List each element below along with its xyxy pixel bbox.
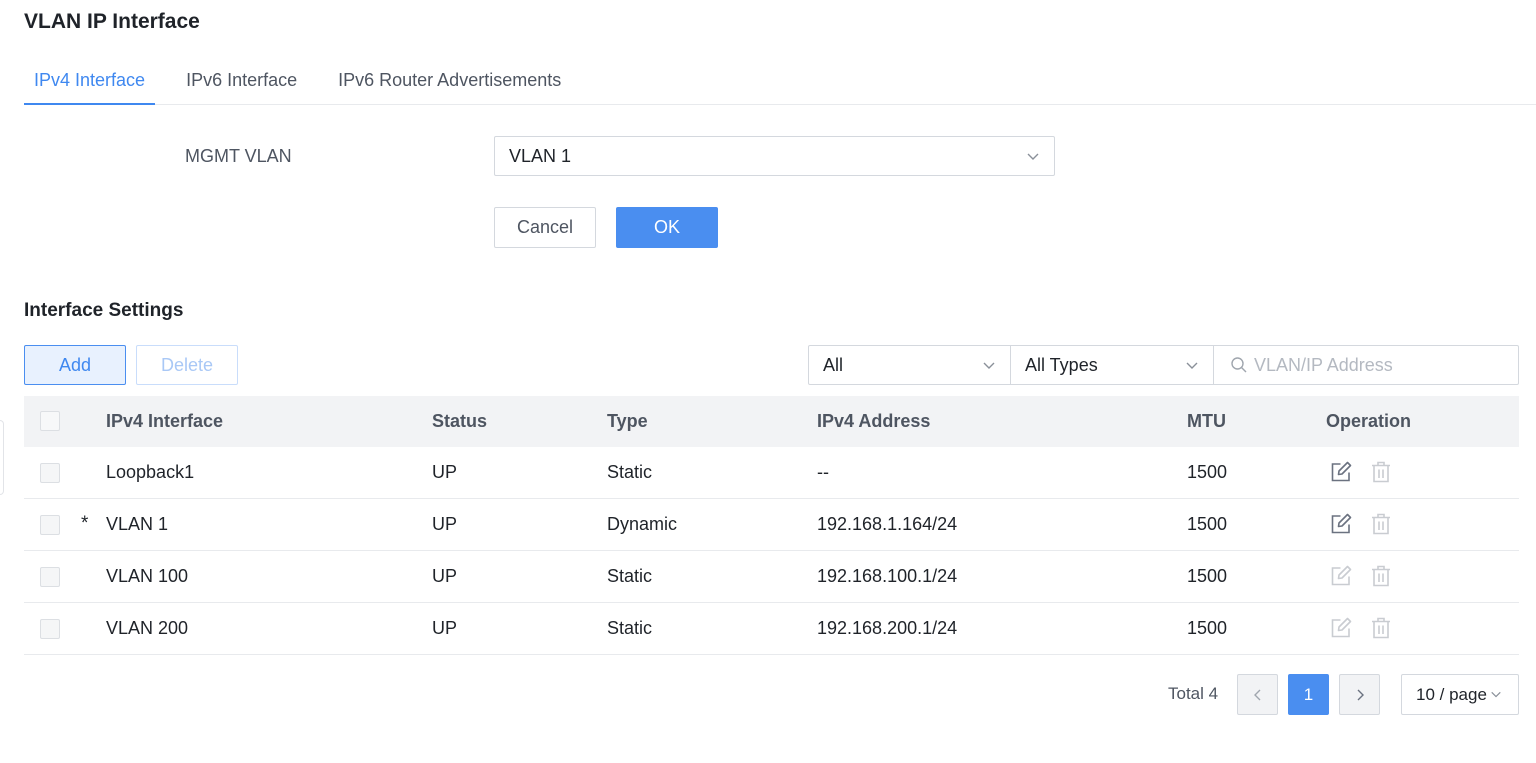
interface-ip: -- xyxy=(817,462,829,482)
row-checkbox[interactable] xyxy=(40,463,60,483)
type-filter-select[interactable]: All Types xyxy=(1010,345,1214,385)
interface-name: VLAN 100 xyxy=(106,566,189,586)
type-filter-value: All Types xyxy=(1025,354,1098,375)
column-header-mtu[interactable]: MTU xyxy=(1187,411,1226,432)
interface-name: VLAN 200 xyxy=(106,618,189,638)
mgmt-vlan-value: VLAN 1 xyxy=(509,145,572,166)
next-page-button[interactable] xyxy=(1339,674,1380,715)
table-row: Loopback1 UP Static -- 1500 xyxy=(24,447,1519,499)
add-button[interactable]: Add xyxy=(24,345,126,385)
search-box xyxy=(1213,345,1519,385)
edit-icon[interactable] xyxy=(1329,564,1353,588)
interface-type: Static xyxy=(607,618,653,638)
interface-table: IPv4 Interface Status Type IPv4 Address … xyxy=(24,396,1519,655)
interface-name: VLAN 1 xyxy=(106,514,169,534)
ok-button[interactable]: OK xyxy=(616,207,718,248)
tab-ipv6-router-advertisements[interactable]: IPv6 Router Advertisements xyxy=(328,58,571,104)
mgmt-marker: * xyxy=(81,513,89,534)
column-header-interface[interactable]: IPv4 Interface xyxy=(106,411,223,432)
trash-icon[interactable] xyxy=(1369,564,1393,588)
page-size-value: 10 / page xyxy=(1416,684,1487,704)
interface-status: UP xyxy=(432,566,458,586)
interface-name: Loopback1 xyxy=(106,462,195,482)
row-checkbox[interactable] xyxy=(40,515,60,535)
interface-mtu: 1500 xyxy=(1187,514,1228,534)
page-size-select[interactable]: 10 / page xyxy=(1401,674,1519,715)
status-filter-value: All xyxy=(823,354,844,375)
mgmt-vlan-label: MGMT VLAN xyxy=(185,146,292,166)
trash-icon[interactable] xyxy=(1369,512,1393,536)
interface-type: Dynamic xyxy=(607,514,678,534)
interface-ip: 192.168.100.1/24 xyxy=(817,566,958,586)
table-row: VLAN 100 UP Static 192.168.100.1/24 1500 xyxy=(24,551,1519,603)
column-header-type[interactable]: Type xyxy=(607,411,648,432)
edit-icon[interactable] xyxy=(1329,460,1353,484)
interface-mtu: 1500 xyxy=(1187,566,1228,586)
cancel-button[interactable]: Cancel xyxy=(494,207,596,248)
chevron-down-icon xyxy=(983,362,995,369)
interface-settings-title: Interface Settings xyxy=(24,300,184,321)
delete-button[interactable]: Delete xyxy=(136,345,238,385)
page-title: VLAN IP Interface xyxy=(24,10,200,33)
table-row: VLAN 200 UP Static 192.168.200.1/24 1500 xyxy=(24,603,1519,655)
trash-icon[interactable] xyxy=(1369,616,1393,640)
status-filter-select[interactable]: All xyxy=(808,345,1011,385)
column-header-status[interactable]: Status xyxy=(432,411,487,432)
pagination-total: Total 4 xyxy=(1168,684,1219,703)
chevron-left-icon xyxy=(1253,689,1260,700)
column-header-operation: Operation xyxy=(1326,411,1412,431)
interface-mtu: 1500 xyxy=(1187,462,1228,482)
side-panel-edge xyxy=(0,420,4,495)
prev-page-button[interactable] xyxy=(1237,674,1278,715)
row-checkbox[interactable] xyxy=(40,619,60,639)
interface-ip: 192.168.200.1/24 xyxy=(817,618,958,638)
chevron-right-icon xyxy=(1357,689,1364,700)
chevron-down-icon xyxy=(1186,362,1198,369)
chevron-down-icon xyxy=(1491,691,1501,698)
trash-icon[interactable] xyxy=(1369,460,1393,484)
row-checkbox[interactable] xyxy=(40,567,60,587)
select-all-checkbox[interactable] xyxy=(40,411,60,431)
interface-type: Static xyxy=(607,566,653,586)
interface-status: UP xyxy=(432,514,458,534)
tab-ipv6-interface[interactable]: IPv6 Interface xyxy=(176,58,307,104)
edit-icon[interactable] xyxy=(1329,512,1353,536)
search-input[interactable] xyxy=(1254,354,1504,376)
interface-mtu: 1500 xyxy=(1187,618,1228,638)
edit-icon[interactable] xyxy=(1329,616,1353,640)
table-row: * VLAN 1 UP Dynamic 192.168.1.164/24 150… xyxy=(24,499,1519,551)
tab-ipv4-interface[interactable]: IPv4 Interface xyxy=(24,58,156,105)
search-icon xyxy=(1231,357,1247,373)
interface-status: UP xyxy=(432,618,458,638)
chevron-down-icon xyxy=(1027,153,1039,160)
page-number-button[interactable]: 1 xyxy=(1288,674,1329,715)
interface-status: UP xyxy=(432,462,458,482)
table-header: IPv4 Interface Status Type IPv4 Address … xyxy=(24,396,1519,447)
mgmt-vlan-select[interactable]: VLAN 1 xyxy=(494,136,1055,176)
column-header-ipv4-address[interactable]: IPv4 Address xyxy=(817,411,930,432)
interface-type: Static xyxy=(607,462,653,482)
interface-ip: 192.168.1.164/24 xyxy=(817,514,958,534)
tab-bar: IPv4 Interface IPv6 Interface IPv6 Route… xyxy=(24,58,1536,105)
